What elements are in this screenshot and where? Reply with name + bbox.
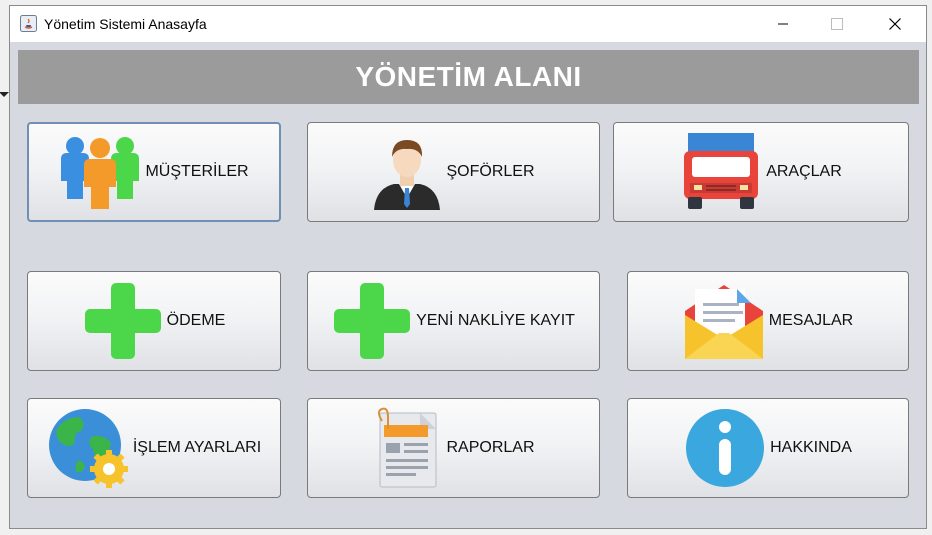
window-title: Yönetim Sistemi Anasayfa [44, 16, 207, 32]
close-button[interactable] [872, 6, 918, 42]
main-window: Yönetim Sistemi Anasayfa YÖNETİM ALANI M… [9, 5, 927, 529]
yeni-nakliye-kayit-label: YENİ NAKLİYE KAYIT [416, 312, 575, 329]
maximize-icon [831, 18, 843, 30]
araclar-button[interactable]: ARAÇLAR [613, 122, 909, 222]
hakkinda-button[interactable]: HAKKINDA [627, 398, 909, 498]
driver-icon [374, 140, 441, 210]
truck-icon [684, 133, 759, 209]
caret-down-icon [0, 92, 9, 97]
plus-icon [84, 283, 161, 359]
plus-icon [334, 283, 411, 359]
mesajlar-label: MESAJLAR [768, 312, 854, 329]
soforler-label: ŞOFÖRLER [446, 163, 535, 180]
hakkinda-label: HAKKINDA [770, 439, 852, 456]
globe-gear-icon [48, 409, 128, 488]
info-icon [686, 409, 765, 487]
yeni-nakliye-kayit-button[interactable]: YENİ NAKLİYE KAYIT [307, 271, 600, 371]
islem-ayarlari-button[interactable]: İŞLEM AYARLARI [27, 398, 281, 498]
raporlar-label: RAPORLAR [446, 439, 535, 456]
report-icon [378, 407, 437, 488]
araclar-label: ARAÇLAR [766, 163, 842, 180]
header-banner: YÖNETİM ALANI [18, 50, 919, 104]
raporlar-button[interactable]: RAPORLAR [307, 398, 600, 498]
minimize-icon [778, 23, 788, 25]
odeme-button[interactable]: ÖDEME [27, 271, 281, 371]
odeme-label: ÖDEME [166, 312, 226, 329]
envelope-icon [684, 285, 763, 359]
musteriler-label: MÜŞTERİLER [145, 163, 249, 180]
title-bar: Yönetim Sistemi Anasayfa [10, 6, 926, 42]
maximize-button[interactable] [814, 6, 860, 42]
page-title: YÖNETİM ALANI [355, 61, 582, 92]
musteriler-button[interactable]: MÜŞTERİLER [27, 122, 281, 222]
islem-ayarlari-label: İŞLEM AYARLARI [132, 439, 262, 456]
java-app-icon [20, 15, 37, 32]
people-icon [61, 137, 140, 209]
close-icon [889, 18, 901, 30]
mesajlar-button[interactable]: MESAJLAR [627, 271, 909, 371]
soforler-button[interactable]: ŞOFÖRLER [307, 122, 600, 222]
minimize-button[interactable] [760, 6, 806, 42]
